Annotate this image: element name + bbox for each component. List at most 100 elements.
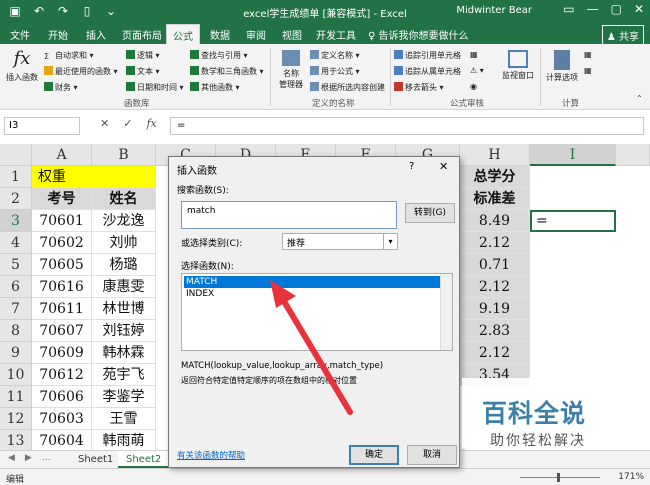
more-sheets-icon[interactable]: … [42,453,51,463]
name-box[interactable]: I3 [4,117,80,135]
close-icon[interactable]: ✕ [439,160,448,173]
next-sheet-icon[interactable]: ▶ [25,453,32,463]
lookup-button[interactable]: 查找与引用 ▾ [190,50,248,61]
insert-function-button[interactable]: fx 插入函数 [4,48,40,83]
remove-arrows-button[interactable]: 移去箭头 ▾ [394,82,444,93]
ok-button[interactable]: 确定 [349,445,399,465]
cell-exam-id[interactable]: 70609 [32,342,92,364]
close-icon[interactable]: ✕ [634,2,644,16]
collapse-ribbon-icon[interactable]: ⌃ [636,94,643,103]
cell-exam-id[interactable]: 70605 [32,254,92,276]
fx-icon[interactable]: fx [146,117,156,135]
trace-precedents-button[interactable]: 追踪引用单元格 [394,50,461,61]
use-in-formula-button[interactable]: 用于公式 ▾ [310,66,360,77]
share-button[interactable]: ♟ 共享 [601,25,644,46]
calculate-sheet-icon[interactable]: ▦ [584,66,592,75]
cell-exam-id[interactable]: 70606 [32,386,92,408]
cancel-icon[interactable]: ✕ [100,117,109,135]
column-header[interactable]: H [460,144,530,166]
watch-window-button[interactable]: 监视窗口 [500,50,536,81]
autosum-button[interactable]: Σ 自动求和 ▾ [44,50,94,61]
enter-icon[interactable]: ✓ [123,117,132,135]
cell-std-dev[interactable]: 2.12 [460,232,530,254]
recent-functions-button[interactable]: 最近使用的函数 ▾ [44,66,118,77]
tell-me-search[interactable]: ♀ 告诉我你想要做什么 [368,27,469,42]
row-header[interactable]: 10 [0,364,32,386]
sheet-tab-active[interactable]: Sheet2 [118,451,170,468]
cell-std-dev[interactable]: 2.12 [460,342,530,364]
datetime-button[interactable]: 日期和时间 ▾ [126,82,184,93]
header-name[interactable]: 姓名 [92,188,156,210]
function-list[interactable]: MATCH INDEX [181,273,453,351]
cell-name[interactable]: 王雪 [92,408,156,430]
row-header[interactable]: 13 [0,430,32,450]
cell-std-dev[interactable]: 2.12 [460,276,530,298]
cell-name[interactable]: 康惠雯 [92,276,156,298]
function-item[interactable]: INDEX [184,288,442,300]
row-header[interactable]: 6 [0,276,32,298]
tab-page-layout[interactable]: 页面布局 [122,27,162,42]
row-header[interactable]: 8 [0,320,32,342]
cell-name[interactable]: 杨璐 [92,254,156,276]
tab-home[interactable]: 开始 [48,27,68,42]
more-functions-button[interactable]: 其他函数 ▾ [190,82,240,93]
logical-button[interactable]: 逻辑 ▾ [126,50,160,61]
row-header[interactable]: 7 [0,298,32,320]
maximize-icon[interactable]: ▢ [611,2,622,16]
tab-developer[interactable]: 开发工具 [316,27,356,42]
error-checking-icon[interactable]: ⚠ ▾ [470,66,484,75]
ribbon-display-icon[interactable]: ▭ [563,2,574,16]
minimize-icon[interactable]: — [587,2,599,16]
cell-exam-id[interactable]: 70611 [32,298,92,320]
cell-std-dev[interactable]: 2.83 [460,320,530,342]
row-header[interactable]: 2 [0,188,32,210]
cell-name[interactable]: 林世博 [92,298,156,320]
row-header[interactable]: 4 [0,232,32,254]
cell-name[interactable]: 刘帅 [92,232,156,254]
cell-exam-id[interactable]: 70616 [32,276,92,298]
cancel-button[interactable]: 取消 [407,445,457,465]
show-formulas-icon[interactable]: ▦ [470,50,478,59]
cell-name[interactable]: 韩雨萌 [92,430,156,450]
cell-name[interactable]: 苑宇飞 [92,364,156,386]
row-header[interactable]: 12 [0,408,32,430]
cell-name[interactable]: 韩林霖 [92,342,156,364]
create-from-selection-button[interactable]: 根据所选内容创建 [310,82,385,93]
cell-name[interactable]: 刘钰婷 [92,320,156,342]
zoom-level[interactable]: 171% [618,472,644,482]
prev-sheet-icon[interactable]: ◀ [8,453,15,463]
cell-exam-id[interactable]: 70607 [32,320,92,342]
scrollbar[interactable] [440,274,452,350]
cell-exam-id[interactable]: 70602 [32,232,92,254]
formula-input[interactable]: = [170,117,644,135]
sheet-tab[interactable]: Sheet1 [70,451,121,468]
help-link[interactable]: 有关该函数的帮助 [177,449,245,461]
cell-name[interactable]: 沙龙逸 [92,210,156,232]
cell-std-dev[interactable]: 9.19 [460,298,530,320]
math-trig-button[interactable]: 数学和三角函数 ▾ [190,66,264,77]
row-header[interactable]: 1 [0,166,32,188]
category-select[interactable]: 推荐 ▾ [282,233,398,250]
calculate-now-icon[interactable]: ▦ [584,50,592,59]
search-function-input[interactable]: match [181,201,397,229]
name-manager-button[interactable]: 名称 管理器 [274,50,308,90]
header-std-dev[interactable]: 标准差 [460,188,530,210]
chevron-down-icon[interactable]: ▾ [383,234,397,249]
active-cell[interactable]: = [530,210,616,232]
tab-insert[interactable]: 插入 [86,27,106,42]
trace-dependents-button[interactable]: 追踪从属单元格 [394,66,461,77]
row-header[interactable]: 5 [0,254,32,276]
cell-std-dev[interactable]: 0.71 [460,254,530,276]
help-icon[interactable]: ? [409,161,414,172]
user-name[interactable]: Midwinter Bear [456,5,532,16]
tab-view[interactable]: 视图 [282,27,302,42]
row-header-selected[interactable]: 3 [0,210,32,232]
weight-label-cell[interactable]: 权重 [32,166,156,188]
financial-button[interactable]: 财务 ▾ [44,82,78,93]
column-header-empty[interactable] [616,144,650,166]
tab-data[interactable]: 数据 [210,27,230,42]
cell-exam-id[interactable]: 70603 [32,408,92,430]
cell-exam-id[interactable]: 70601 [32,210,92,232]
row-header[interactable]: 11 [0,386,32,408]
column-header[interactable]: B [92,144,156,166]
